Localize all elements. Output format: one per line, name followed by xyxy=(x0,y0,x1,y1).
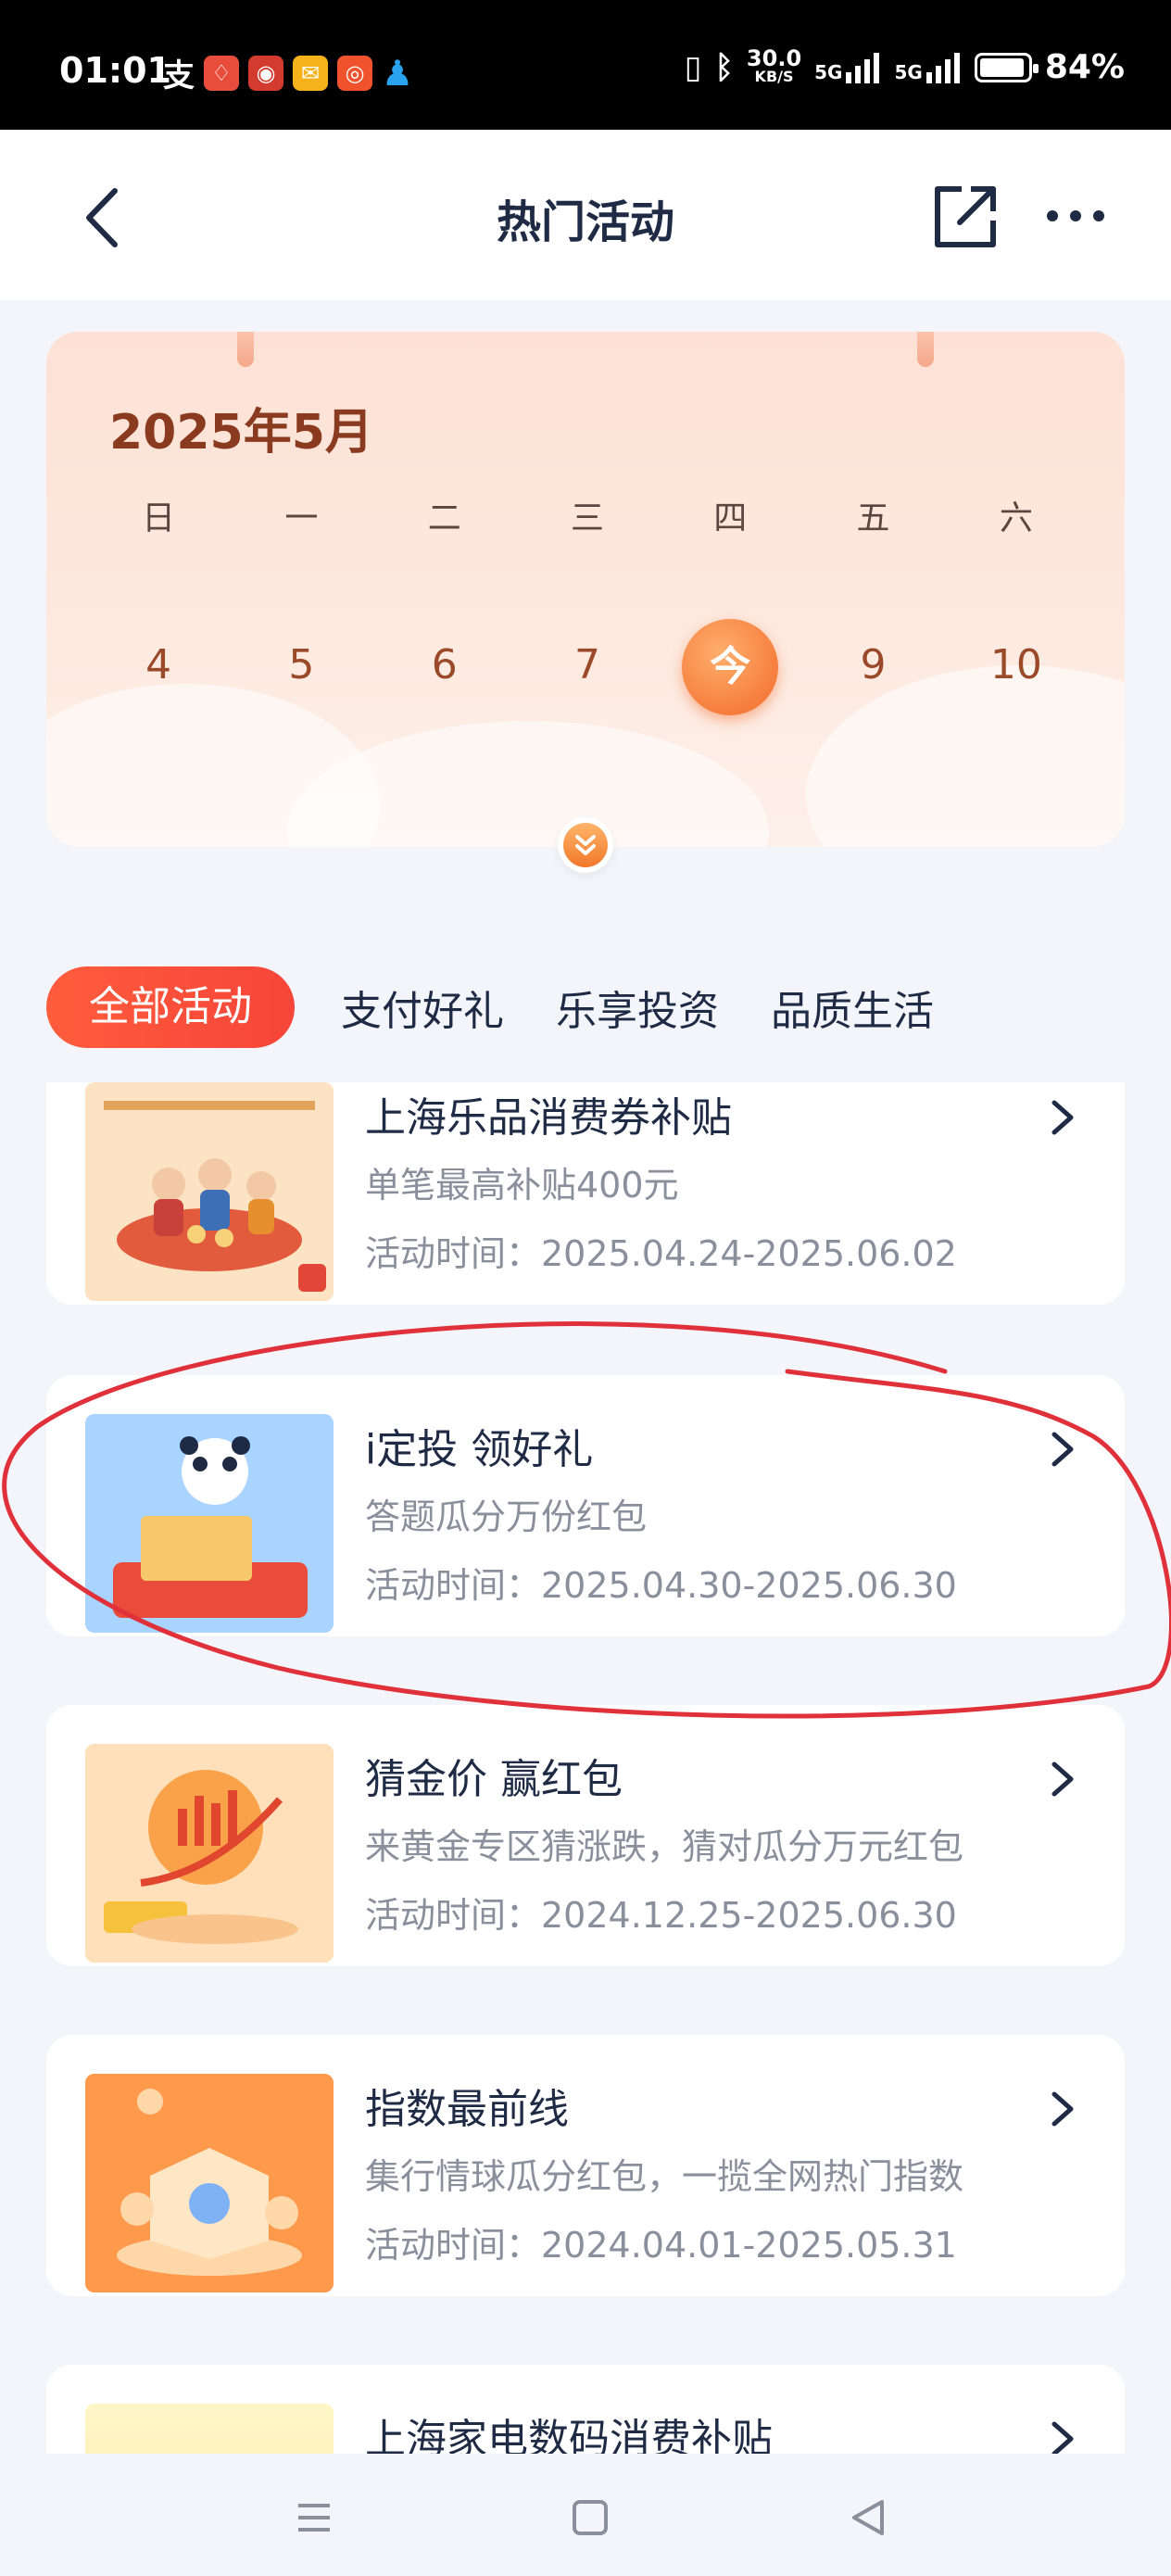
speed-value: 30.0 xyxy=(746,44,802,71)
weekday: 二 xyxy=(427,499,461,537)
tab-investment[interactable]: 乐享投资 xyxy=(556,978,719,1037)
app-icon-food: ◉ xyxy=(248,55,283,91)
day-number: 4 xyxy=(145,641,172,688)
activity-subtitle: 单笔最高补贴400元 xyxy=(365,1165,679,1206)
weekday: 一 xyxy=(284,499,319,537)
status-bar: 01:01 支 ♢ ◉ ✉ ◎ ♟ ▯ ᛒ 30.0 KB/S 5G 5G 84… xyxy=(0,0,1171,130)
weekday: 四 xyxy=(713,499,748,537)
tab-all-activities[interactable]: 全部活动 xyxy=(46,966,295,1048)
chevron-right-icon xyxy=(1051,1762,1074,1797)
calendar-day[interactable]: 4 xyxy=(87,619,230,712)
vibrate-icon: ▯ xyxy=(684,48,702,86)
more-icon[interactable] xyxy=(1043,202,1108,230)
signal-1: 5G xyxy=(814,52,881,83)
activity-calendar: 2025年5月 日 一 二 三 四 五 六 4 5 6 7 今 9 10 xyxy=(46,332,1125,847)
speed-unit: KB/S xyxy=(754,67,794,85)
activity-title: 上海乐品消费券补贴 xyxy=(365,1094,732,1142)
weekday: 日 xyxy=(142,499,176,537)
weekday: 五 xyxy=(856,499,890,537)
calendar-weekdays: 日 一 二 三 四 五 六 xyxy=(87,491,1088,539)
network-label-1: 5G xyxy=(814,60,843,83)
activity-title: 指数最前线 xyxy=(365,2086,569,2133)
notification-icons: 支 ♢ ◉ ✉ ◎ ♟ xyxy=(163,50,413,95)
today-badge: 今 xyxy=(682,619,779,715)
weekday: 六 xyxy=(999,499,1033,537)
day-number: 5 xyxy=(288,641,315,688)
signal-icon-2 xyxy=(925,52,960,83)
activity-subtitle: 答题瓜分万份红包 xyxy=(365,1496,648,1537)
home-icon[interactable] xyxy=(567,2494,613,2541)
activity-subtitle: 来黄金专区猜涨跌，猜对瓜分万元红包 xyxy=(365,1826,964,1867)
activity-thumbnail xyxy=(85,1082,334,1301)
activity-card[interactable]: 指数最前线 集行情球瓜分红包，一揽全网热门指数 活动时间：2024.04.01-… xyxy=(46,2035,1125,2296)
activity-title: i定投 领好礼 xyxy=(365,1426,594,1473)
activity-period: 活动时间：2024.12.25-2025.06.30 xyxy=(365,1895,957,1936)
calendar-cloud xyxy=(287,721,769,847)
chevron-double-down-icon xyxy=(563,823,608,867)
activity-subtitle: 集行情球瓜分红包，一揽全网热门指数 xyxy=(365,2156,964,2197)
activity-thumbnail xyxy=(85,2404,334,2454)
status-time: 01:01 xyxy=(59,50,171,91)
tab-payment-gifts[interactable]: 支付好礼 xyxy=(341,978,504,1037)
activity-card[interactable]: i定投 领好礼 答题瓜分万份红包 活动时间：2025.04.30-2025.06… xyxy=(46,1375,1125,1636)
activity-period: 活动时间：2025.04.30-2025.06.30 xyxy=(365,1565,957,1606)
bluetooth-icon: ᛒ xyxy=(714,48,734,86)
app-icon-orange: ◎ xyxy=(337,55,372,91)
chevron-right-icon xyxy=(1051,2091,1074,2127)
calendar-day-today[interactable]: 今 xyxy=(659,619,801,715)
calendar-day[interactable]: 5 xyxy=(230,619,372,712)
day-number: 10 xyxy=(989,641,1042,688)
alipay-icon: 支 xyxy=(163,57,195,95)
activity-thumbnail xyxy=(85,1744,334,1963)
activity-thumbnail xyxy=(85,1414,334,1633)
category-tabs: 全部活动 支付好礼 乐享投资 品质生活 xyxy=(46,966,1125,1049)
calendar-days: 4 5 6 7 今 9 10 xyxy=(87,619,1088,715)
day-number: 6 xyxy=(431,641,458,688)
qq-icon: ♟ xyxy=(382,52,414,94)
calendar-pin-right xyxy=(917,332,934,367)
calendar-day[interactable]: 10 xyxy=(945,619,1088,712)
signal-icon xyxy=(846,52,880,83)
activity-list: 上海乐品消费券补贴 单笔最高补贴400元 活动时间：2025.04.24-202… xyxy=(0,1082,1171,2454)
calendar-day[interactable]: 7 xyxy=(516,619,659,712)
activity-title: 猜金价 赢红包 xyxy=(365,1756,623,1803)
weekday: 三 xyxy=(570,499,604,537)
activity-title: 上海家电数码消费补贴 xyxy=(365,2416,773,2454)
calendar-day[interactable]: 9 xyxy=(801,619,944,712)
battery-icon xyxy=(974,52,1039,82)
activity-card[interactable]: 猜金价 赢红包 来黄金专区猜涨跌，猜对瓜分万元红包 活动时间：2024.12.2… xyxy=(46,1705,1125,1966)
signal-2: 5G xyxy=(894,52,961,83)
activity-period: 活动时间：2024.04.01-2025.05.31 xyxy=(365,2225,957,2266)
system-nav-bar xyxy=(0,2454,1171,2576)
activity-card[interactable]: 上海家电数码消费补贴 xyxy=(46,2365,1125,2454)
day-number: 7 xyxy=(573,641,600,688)
chevron-right-icon xyxy=(1051,2421,1074,2454)
menu-icon[interactable] xyxy=(291,2494,337,2541)
network-speed: 30.0 KB/S xyxy=(746,44,802,86)
chevron-right-icon xyxy=(1051,1100,1074,1135)
battery-percent: 84% xyxy=(1044,48,1125,86)
activity-period: 活动时间：2025.04.24-2025.06.02 xyxy=(365,1233,957,1274)
tab-quality-life[interactable]: 品质生活 xyxy=(771,978,934,1037)
chevron-right-icon xyxy=(1051,1432,1074,1467)
status-right: ▯ ᛒ 30.0 KB/S 5G 5G 84% xyxy=(684,44,1125,87)
app-icon-red: ♢ xyxy=(204,55,239,91)
mail-icon: ✉ xyxy=(293,55,328,91)
calendar-month: 2025年5月 xyxy=(109,405,373,461)
network-label-2: 5G xyxy=(894,60,923,83)
activity-thumbnail xyxy=(85,2074,334,2292)
back-nav-icon[interactable] xyxy=(845,2494,891,2541)
calendar-day[interactable]: 6 xyxy=(373,619,516,712)
expand-calendar-button[interactable] xyxy=(558,817,613,873)
calendar-pin-left xyxy=(237,332,254,367)
day-number: 9 xyxy=(860,641,887,688)
app-header: 热门活动 xyxy=(0,130,1171,300)
activity-card[interactable]: 上海乐品消费券补贴 单笔最高补贴400元 活动时间：2025.04.24-202… xyxy=(46,1082,1125,1305)
share-icon[interactable] xyxy=(930,182,1001,252)
